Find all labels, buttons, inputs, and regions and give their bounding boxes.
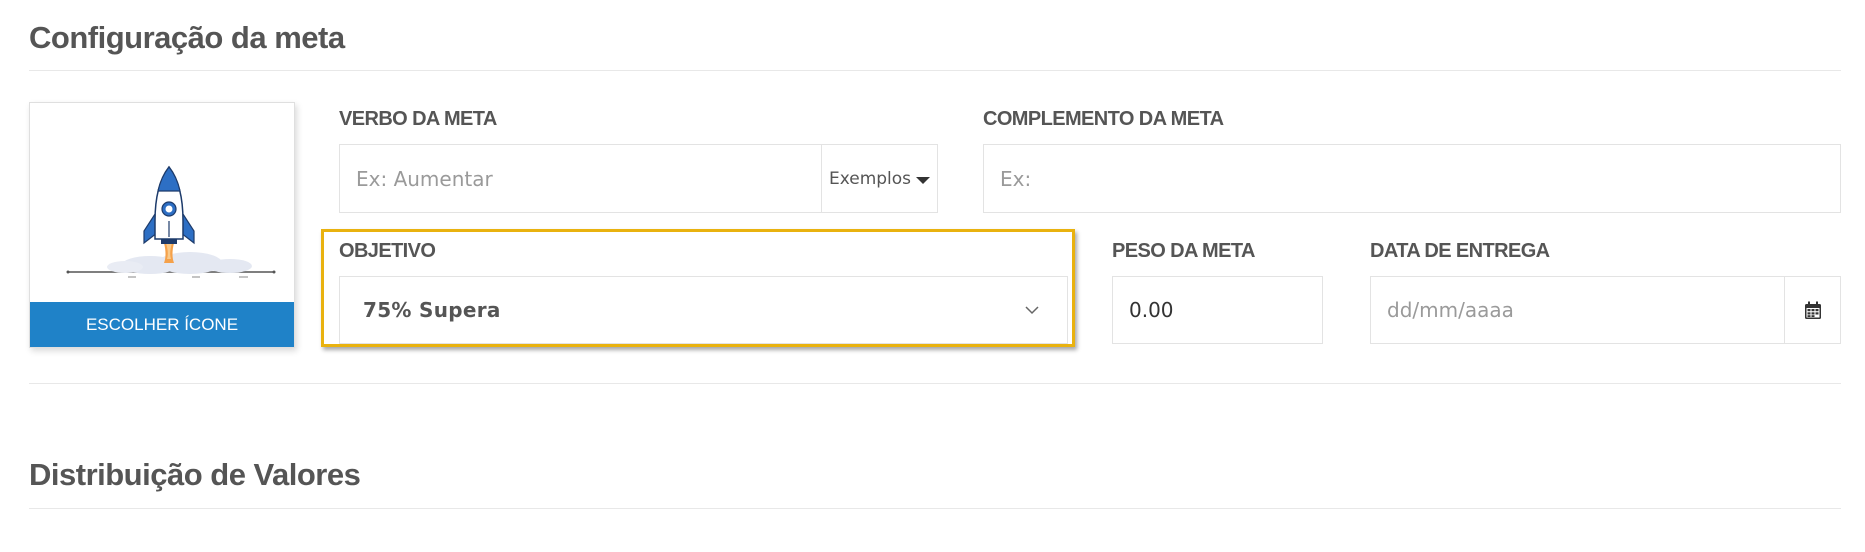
divider-bottom xyxy=(29,508,1841,509)
divider-top xyxy=(29,70,1841,71)
verb-input[interactable]: Ex: Aumentar xyxy=(339,144,822,213)
choose-icon-button[interactable]: ESCOLHER ÍCONE xyxy=(30,302,294,347)
delivery-date-label: DATA DE ENTREGA xyxy=(1370,240,1550,262)
icon-card: ESCOLHER ÍCONE xyxy=(29,102,295,348)
verb-label: VERBO DA META xyxy=(339,108,497,130)
calendar-button[interactable] xyxy=(1784,276,1841,344)
chevron-down-icon xyxy=(1025,305,1039,314)
section-title-config: Configuração da meta xyxy=(29,20,345,55)
examples-label: Exemplos xyxy=(828,168,912,189)
delivery-date-placeholder: dd/mm/aaaa xyxy=(1387,298,1514,322)
weight-label: PESO DA META xyxy=(1112,240,1255,262)
section-title-distribution: Distribuição de Valores xyxy=(29,457,361,492)
complement-label: COMPLEMENTO DA META xyxy=(983,108,1224,130)
calendar-icon xyxy=(1804,301,1821,319)
rocket-icon xyxy=(66,165,276,278)
verb-placeholder: Ex: Aumentar xyxy=(356,166,493,191)
objective-value: 75% Supera xyxy=(363,298,501,322)
caret-down-icon xyxy=(916,176,931,184)
delivery-date-input[interactable]: dd/mm/aaaa xyxy=(1370,276,1785,344)
divider-middle xyxy=(29,383,1841,384)
complement-input[interactable]: Ex: xyxy=(983,144,1841,213)
objective-select[interactable]: 75% Supera xyxy=(339,276,1068,344)
examples-dropdown-button[interactable]: Exemplos xyxy=(821,144,938,213)
goal-config-page: Configuração da meta ESCOLHER ÍCONE VERB… xyxy=(0,0,1865,552)
complement-placeholder: Ex: xyxy=(1000,166,1032,191)
weight-value: 0.00 xyxy=(1129,298,1174,322)
weight-input[interactable]: 0.00 xyxy=(1112,276,1323,344)
objective-label: OBJETIVO xyxy=(339,240,436,262)
